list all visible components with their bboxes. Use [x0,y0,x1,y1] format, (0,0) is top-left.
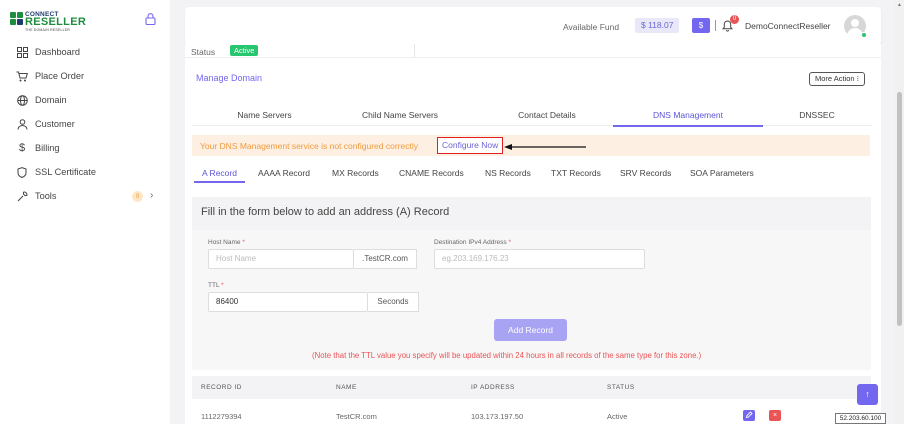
sidebar-item-ssl-certificate[interactable]: SSL Certificate [0,160,170,184]
sidebar-item-label: SSL Certificate [35,167,96,177]
logo-mark-icon [10,12,24,26]
username[interactable]: DemoConnectReseller [745,21,831,31]
add-funds-button[interactable]: $ [692,18,710,33]
dollar-icon: $ [18,142,26,154]
domain-card: Status Active Manage Domain More Action … [185,44,881,424]
scroll-up-icon[interactable]: ▲ [897,2,902,8]
chevron-right-icon: › [150,190,154,201]
sidebar-item-dashboard[interactable]: Dashboard [0,40,170,64]
tab-dnssec[interactable]: DNSSEC [782,104,852,126]
ip-tooltip: 52.203.60.100 [835,413,886,424]
ttl-unit: Seconds [368,292,419,312]
tab-a-record[interactable]: A Record [194,165,245,183]
sidebar-item-billing[interactable]: $ Billing [0,136,170,160]
more-action-button[interactable]: More Action ⁝ [809,72,866,86]
dns-warning-alert: Your DNS Management service is not confi… [192,135,870,156]
sidebar-item-label: Dashboard [35,47,80,57]
add-a-record-form: Host Name * Host Name .TestCR.com Destin… [192,230,871,370]
record-name-cell: TestCR.com [336,412,377,421]
tab-cname-records[interactable]: CNAME Records [399,165,464,183]
sidebar-item-label: Billing [35,143,60,153]
online-status-dot [861,32,867,38]
tab-ns-records[interactable]: NS Records [485,165,531,183]
tab-srv-records[interactable]: SRV Records [620,165,671,183]
tab-soa-parameters[interactable]: SOA Parameters [690,165,754,183]
sidebar-nav: Dashboard Place Order Domain Customer $ … [0,40,170,208]
sidebar-item-tools[interactable]: Tools 9 › [0,184,170,208]
host-name-input[interactable]: Host Name [208,249,354,269]
column-header: NAME [336,384,357,391]
column-header: STATUS [607,384,635,391]
tools-icon [16,190,28,202]
domain-tabs: Name Servers Child Name Servers Contact … [192,104,872,127]
destination-ip-label: Destination IPv4 Address * [434,239,511,246]
scroll-to-top-button[interactable]: ↑ [857,384,878,405]
tab-txt-records[interactable]: TXT Records [551,165,601,183]
column-header: IP ADDRESS [471,384,515,391]
ttl-input[interactable]: 86400 [208,292,368,312]
sidebar-item-place-order[interactable]: Place Order [0,64,170,88]
arrow-up-icon: ↑ [865,389,870,399]
logo-text-line2: RESELLER [25,16,87,28]
status-badge: Active [230,45,259,56]
tab-name-servers[interactable]: Name Servers [212,104,317,126]
sidebar-item-label: Place Order [35,71,85,81]
ttl-label: TTL * [208,282,224,289]
form-header: Fill in the form below to add an address… [192,197,871,230]
scrollbar-thumb[interactable] [897,92,902,326]
column-header: RECORD ID [201,384,242,391]
ttl-note: (Note that the TTL value you specify wil… [312,351,702,360]
edit-icon [745,411,753,419]
divider [185,57,881,58]
configure-now-link[interactable]: Configure Now [437,137,504,154]
notification-count-badge: 0 [730,15,739,24]
sidebar-item-label: Customer [35,119,75,129]
tab-child-name-servers[interactable]: Child Name Servers [340,104,460,126]
add-record-button[interactable]: Add Record [494,319,567,341]
record-id-cell: 1112279394 [201,412,242,421]
top-navbar: Available Fund $ 118.07 $ 0 DemoConnectR… [185,7,881,45]
arrow-left-icon [504,144,586,150]
user-icon [16,118,28,130]
warning-text: Your DNS Management service is not confi… [200,141,418,151]
dashboard-icon [16,46,28,58]
divider [715,20,716,31]
destination-ip-input[interactable]: eg.203.169.176.23 [434,249,645,269]
tab-aaaa-record[interactable]: AAAA Record [258,165,310,183]
page-scrollbar[interactable]: ▲ [895,0,904,424]
host-name-label: Host Name * [208,239,245,246]
tab-mx-records[interactable]: MX Records [332,165,379,183]
record-status-cell: Active [607,412,628,421]
shield-icon [16,166,28,178]
close-icon: × [772,412,778,419]
divider [414,44,415,57]
status-label: Status [191,47,216,57]
tools-count-badge: 9 [132,191,143,202]
domain-suffix: .TestCR.com [354,249,417,269]
tab-contact-details[interactable]: Contact Details [492,104,602,126]
sidebar: CONNECT RESELLER THE DOMAIN RESELLER Das… [0,0,170,424]
sidebar-item-customer[interactable]: Customer [0,112,170,136]
edit-record-button[interactable] [743,410,755,421]
records-table-header: RECORD ID NAME IP ADDRESS STATUS [192,376,871,399]
logo[interactable]: CONNECT RESELLER THE DOMAIN RESELLER [10,11,86,32]
sidebar-item-label: Domain [35,95,67,105]
cart-icon [16,70,28,82]
delete-record-button[interactable]: × [769,410,781,421]
sidebar-item-domain[interactable]: Domain [0,88,170,112]
lock-icon[interactable] [145,13,156,25]
logo-tagline: THE DOMAIN RESELLER [25,28,71,32]
available-fund-label: Available Fund [563,22,620,32]
record-ip-cell: 103.173.197.50 [471,412,524,421]
available-fund-value: $ 118.07 [635,18,680,33]
record-type-tabs: A Record AAAA Record MX Records CNAME Re… [192,165,872,183]
tab-dns-management[interactable]: DNS Management [613,104,763,127]
table-row: 1112279394 TestCR.com 103.173.197.50 Act… [192,406,871,424]
manage-domain-title: Manage Domain [196,73,263,83]
form-title: Fill in the form below to add an address… [201,206,450,218]
sidebar-item-label: Tools [35,191,57,201]
globe-icon [16,94,28,106]
